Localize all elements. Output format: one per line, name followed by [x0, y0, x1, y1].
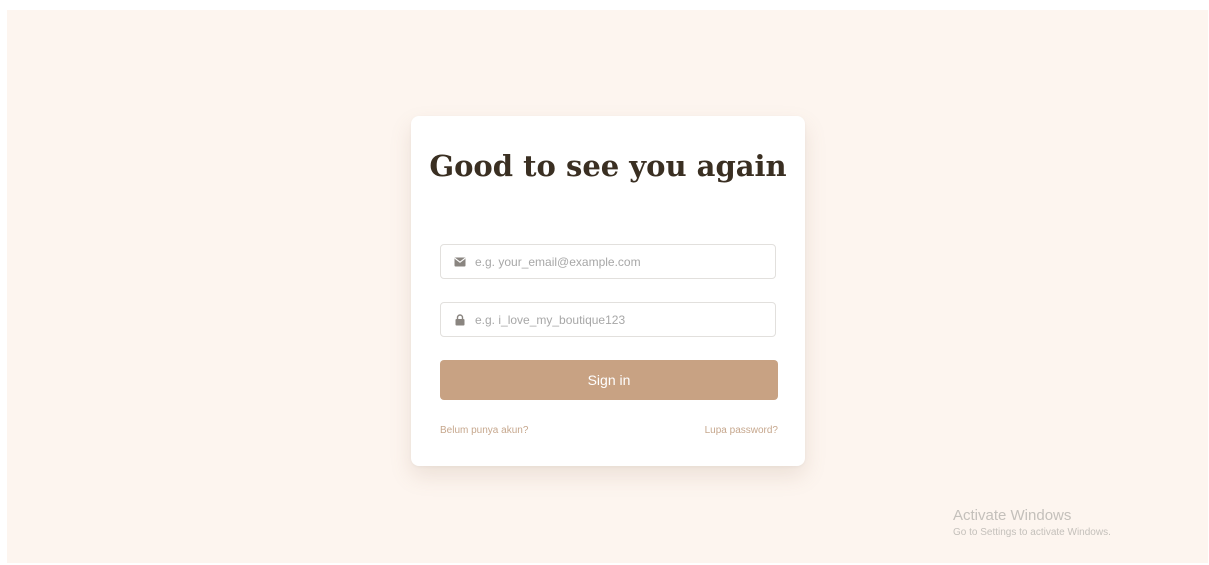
email-field[interactable]	[440, 244, 776, 279]
password-input[interactable]	[475, 312, 765, 327]
page-title: Good to see you again	[429, 149, 787, 183]
forgot-password-link[interactable]: Lupa password?	[705, 425, 778, 436]
activate-windows-watermark: Activate Windows Go to Settings to activ…	[953, 507, 1111, 541]
login-card: Good to see you again Sign in Belum puny…	[411, 116, 805, 466]
watermark-title: Activate Windows	[953, 507, 1072, 524]
sign-in-button[interactable]: Sign in	[440, 360, 778, 400]
email-input[interactable]	[475, 254, 765, 269]
password-field[interactable]	[440, 302, 776, 337]
lock-icon	[453, 313, 467, 327]
page-background: Good to see you again Sign in Belum puny…	[7, 10, 1208, 563]
watermark-subtitle: Go to Settings to activate Windows.	[953, 527, 1111, 538]
register-link[interactable]: Belum punya akun?	[440, 425, 528, 436]
envelope-icon	[453, 255, 467, 269]
